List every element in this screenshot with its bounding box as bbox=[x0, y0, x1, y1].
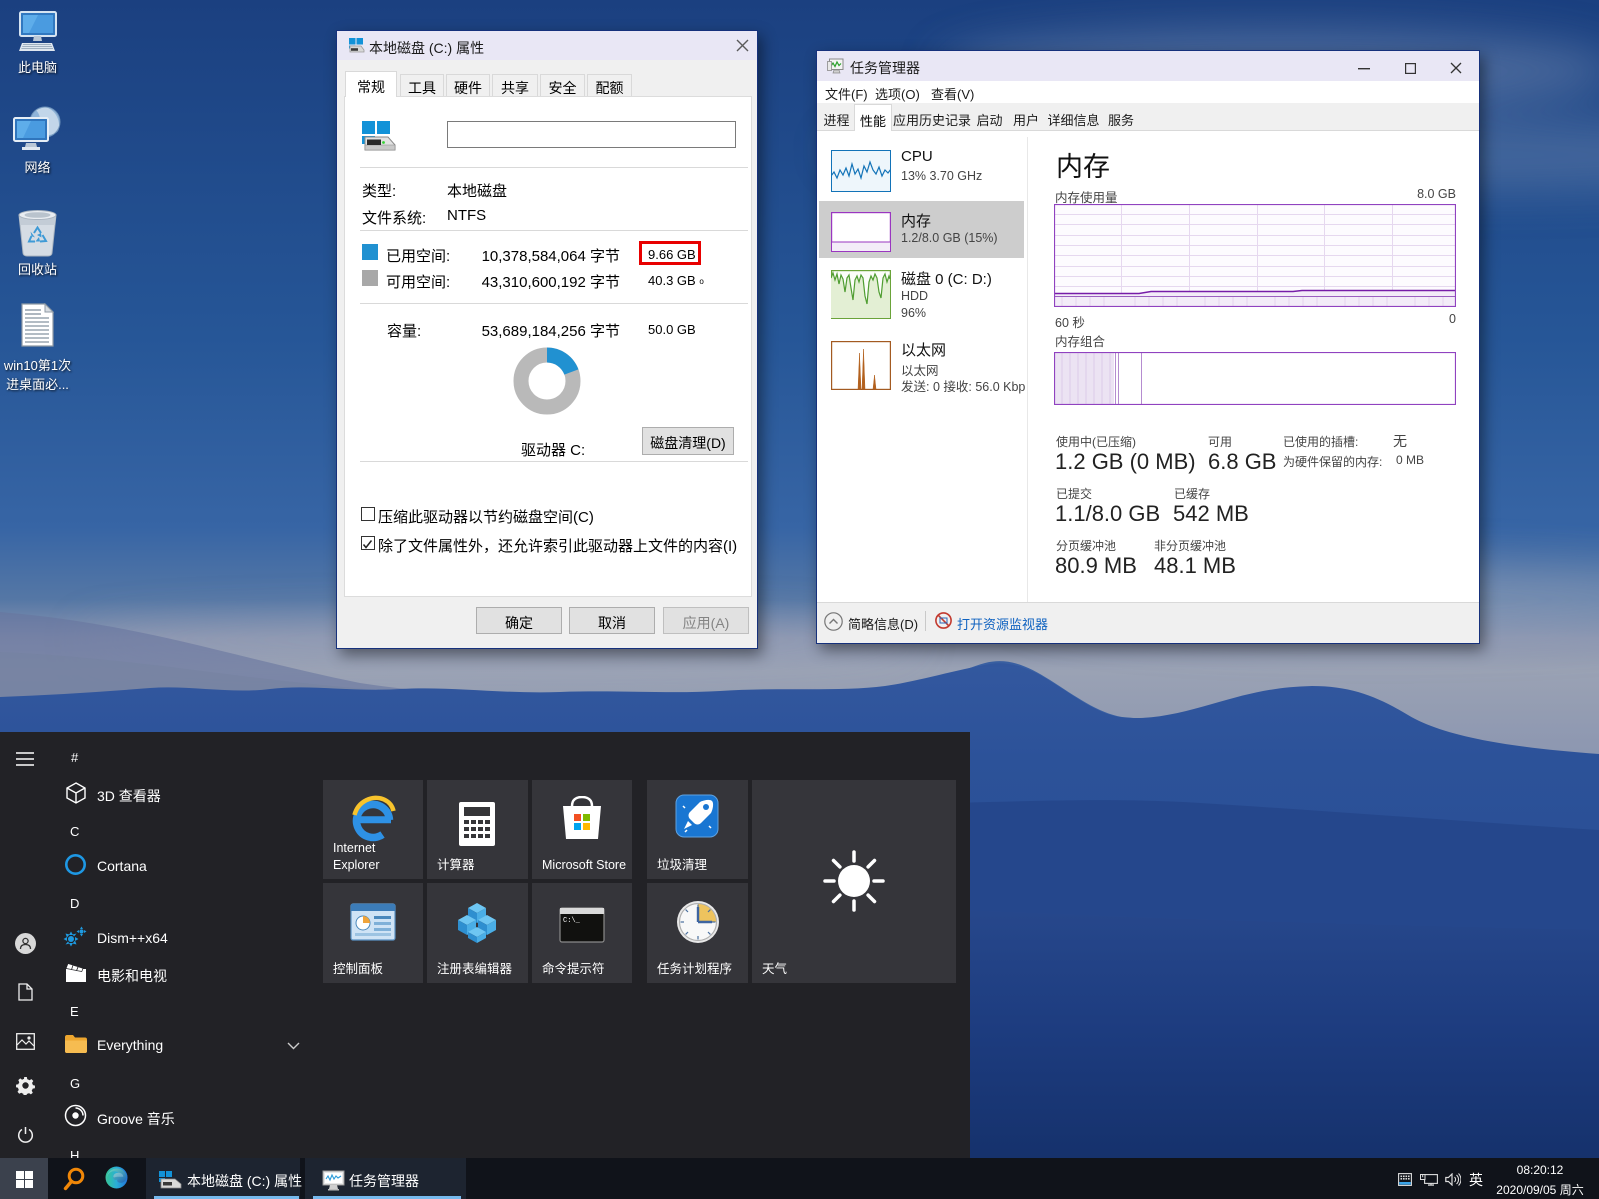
svg-text:C:\_: C:\_ bbox=[563, 917, 581, 925]
